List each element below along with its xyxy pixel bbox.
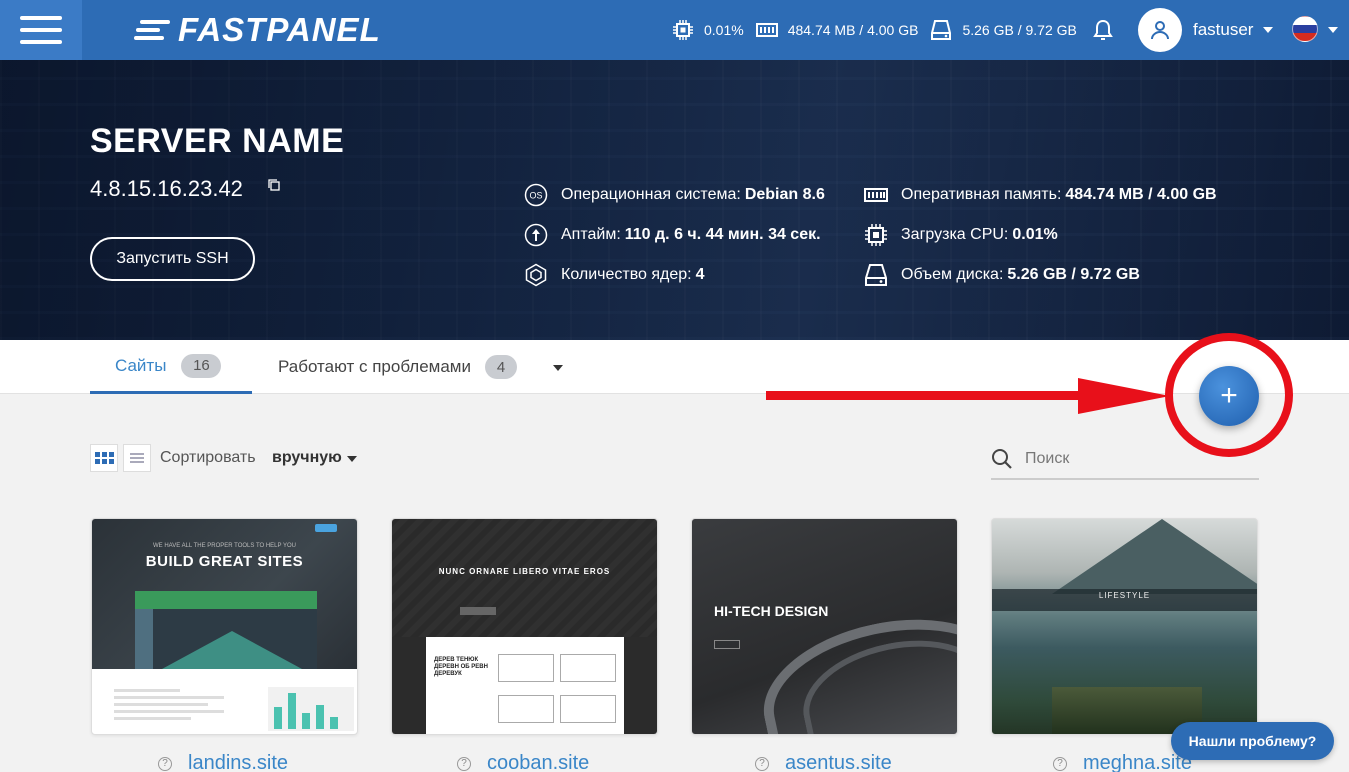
server-info-right: Оперативная память: 484.74 MB / 4.00 GB З… (864, 175, 1217, 295)
tab-problems[interactable]: Работают с проблемами 4 (278, 340, 517, 394)
info-ram: Оперативная память: 484.74 MB / 4.00 GB (864, 175, 1217, 215)
sort-select[interactable]: вручную (272, 449, 342, 467)
tab-sites[interactable]: Сайты 16 (90, 340, 252, 394)
username[interactable]: fastuser (1193, 20, 1253, 40)
chevron-down-icon[interactable] (347, 456, 357, 462)
preview-badge (315, 524, 337, 532)
site-card-cooban[interactable]: NUNC ORNARE LIBERO VITAE EROS ДЕРЕВ ТЕНЮ… (391, 518, 658, 735)
ram-value: 484.74 MB / 4.00 GB (787, 22, 919, 38)
site-name-cooban[interactable]: ? cooban.site (457, 752, 589, 772)
info-os: OS Операционная система: Debian 8.6 (524, 175, 825, 215)
uptime-icon (524, 223, 548, 247)
site-name-asentus[interactable]: ? asentus.site (755, 752, 892, 772)
info-cores: Количество ядер: 4 (524, 255, 825, 295)
chevron-down-icon[interactable] (553, 365, 563, 371)
preview-heading: ДЕРЕВ ТЕНЮК ДЕРЕВН ОБ РЕВН ДЕРЕВУК (434, 657, 488, 677)
language-flag-icon[interactable] (1292, 16, 1318, 42)
site-card-asentus[interactable]: HI-TECH DESIGN (691, 518, 958, 735)
info-disk: Объем диска: 5.26 GB / 9.72 GB (864, 255, 1217, 295)
info-uptime: Аптайм: 110 д. 6 ч. 44 мин. 34 сек. (524, 215, 825, 255)
cores-icon (525, 263, 547, 287)
preview-title: NUNC ORNARE LIBERO VITAE EROS (438, 567, 611, 576)
preview-title: BUILD GREAT SITES (145, 553, 304, 570)
ram-icon (755, 23, 778, 37)
help-icon[interactable]: ? (755, 756, 769, 771)
server-ip: 4.8.15.16.23.42 (90, 176, 243, 201)
os-icon: OS (524, 183, 548, 207)
ssh-button[interactable]: Запустить SSH (90, 237, 255, 281)
search-icon (992, 449, 1012, 469)
help-icon[interactable]: ? (457, 756, 471, 771)
preview-title: HI-TECH DESIGN (714, 603, 829, 619)
preview-box (498, 695, 554, 723)
info-cpu: Загрузка CPU: 0.01% (864, 215, 1217, 255)
disk-stat: 5.26 GB / 9.72 GB (930, 19, 1077, 41)
preview-box (560, 654, 616, 682)
ram-icon (864, 188, 888, 202)
ram-stat: 484.74 MB / 4.00 GB (755, 19, 919, 41)
help-icon[interactable]: ? (158, 756, 172, 771)
preview-box (560, 695, 616, 723)
site-name-landins[interactable]: ? landins.site (158, 752, 288, 772)
list-view-icon[interactable] (123, 444, 151, 472)
preview-nav (135, 591, 317, 609)
bell-icon[interactable] (1092, 18, 1114, 42)
annotation-arrow (766, 378, 1170, 414)
server-header: SERVER NAME 4.8.15.16.23.42 Запустить SS… (0, 60, 1349, 340)
preview-sidebar (135, 609, 153, 669)
server-name: SERVER NAME (90, 122, 345, 160)
user-icon (1151, 21, 1169, 40)
logo[interactable]: FASTPANEL (134, 11, 381, 49)
help-icon[interactable]: ? (1053, 756, 1067, 771)
search-box (991, 440, 1259, 480)
site-name-meghna[interactable]: ? meghna.site (1053, 752, 1192, 772)
disk-icon (865, 264, 887, 286)
cpu-icon (673, 20, 693, 40)
preview-button (714, 640, 740, 649)
logo-icon (134, 16, 172, 44)
site-preview (392, 519, 657, 637)
site-card-meghna[interactable]: LIFESTYLE (991, 518, 1258, 735)
sites-count-badge: 16 (181, 353, 222, 378)
chevron-down-icon[interactable] (1328, 27, 1338, 33)
copy-icon[interactable] (268, 179, 280, 191)
svg-text:OS: OS (529, 191, 542, 201)
preview-mountain (1052, 519, 1257, 594)
report-problem-button[interactable]: Нашли проблему? (1171, 722, 1334, 760)
search-input[interactable] (1025, 446, 1255, 472)
add-site-button[interactable]: + (1199, 366, 1259, 426)
cpu-value: 0.01% (704, 22, 744, 38)
logo-text: FASTPANEL (178, 11, 381, 48)
preview-button (460, 607, 496, 615)
disk-icon (931, 20, 952, 40)
avatar[interactable] (1138, 8, 1182, 52)
preview-title: LIFESTYLE (1098, 591, 1151, 600)
preview-bars (268, 687, 354, 731)
preview-hill (162, 631, 302, 669)
sort-label: Сортировать (160, 449, 256, 466)
chevron-down-icon[interactable] (1263, 27, 1273, 33)
disk-value: 5.26 GB / 9.72 GB (962, 22, 1077, 38)
resource-stats: 0.01% 484.74 MB / 4.00 GB 5.26 GB / 9.72… (672, 0, 1089, 60)
cpu-icon (865, 224, 887, 246)
preview-box (498, 654, 554, 682)
server-info-left: OS Операционная система: Debian 8.6 Аптай… (524, 175, 825, 295)
preview-text-lines (114, 689, 224, 724)
cpu-stat: 0.01% (672, 19, 744, 41)
menu-icon[interactable] (0, 0, 82, 60)
grid-view-icon[interactable] (90, 444, 118, 472)
site-card-landins[interactable]: WE HAVE ALL THE PROPER TOOLS TO HELP YOU… (91, 518, 358, 735)
preview-subtitle: WE HAVE ALL THE PROPER TOOLS TO HELP YOU (153, 543, 296, 549)
problems-count-badge: 4 (485, 355, 517, 379)
